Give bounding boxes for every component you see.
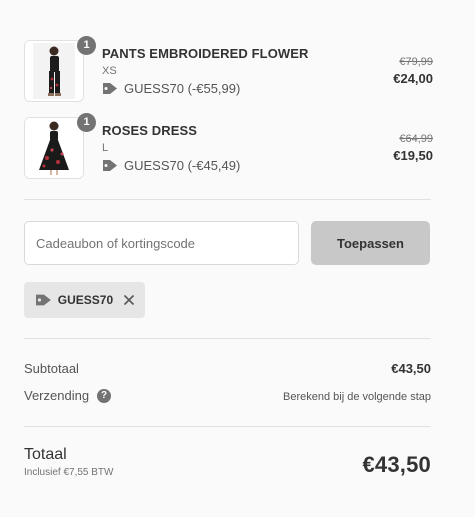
tag-icon [35, 294, 51, 306]
apply-discount-button[interactable]: Toepassen [311, 221, 430, 265]
remove-code-button[interactable] [122, 293, 136, 307]
original-price: €64,99 [399, 133, 433, 145]
subtotal-row: Subtotaal €43,50 [24, 361, 431, 376]
order-summary: 1 PANTS EMBROIDERED FLOWER XS GUESS70 (-… [0, 0, 475, 517]
product-thumbnail: 1 [24, 113, 96, 179]
help-icon[interactable]: ? [97, 388, 112, 403]
divider [24, 199, 431, 200]
discounted-price: €19,50 [393, 148, 433, 163]
product-name: ROSES DRESS [102, 123, 198, 138]
shipping-label: Verzending [24, 388, 90, 403]
applied-discount: GUESS70 (-€45,49) [102, 158, 240, 173]
total-label: Totaal [24, 446, 67, 463]
divider [24, 338, 431, 339]
quantity-badge: 1 [77, 113, 96, 132]
discounted-price: €24,00 [393, 71, 433, 86]
quantity-badge: 1 [77, 36, 96, 55]
applied-code-tag: GUESS70 [24, 282, 145, 318]
applied-code: GUESS70 [57, 293, 114, 307]
tag-icon [103, 83, 117, 94]
close-icon [124, 294, 135, 306]
subtotal-value: €43,50 [391, 361, 431, 376]
original-price: €79,99 [399, 56, 433, 68]
discount-text: GUESS70 (-€45,49) [124, 158, 241, 173]
product-thumbnail: 1 [24, 36, 96, 102]
total-price: €43,50 [362, 452, 431, 477]
discount-code-input[interactable] [24, 221, 299, 265]
tax-note: Inclusief €7,55 BTW [24, 467, 114, 478]
product-size: L [102, 142, 109, 154]
dress-product-image [25, 118, 83, 178]
product-size: XS [102, 65, 117, 77]
tag-icon [103, 160, 117, 171]
divider [24, 426, 431, 427]
applied-discount: GUESS70 (-€55,99) [102, 81, 240, 96]
subtotal-label: Subtotaal [24, 361, 79, 376]
line-item: 1 PANTS EMBROIDERED FLOWER XS GUESS70 (-… [24, 36, 433, 104]
product-name: PANTS EMBROIDERED FLOWER [102, 46, 309, 61]
shipping-value: Berekend bij de volgende stap [283, 391, 431, 403]
shipping-row: Verzending ? Berekend bij de volgende st… [24, 388, 431, 403]
discount-text: GUESS70 (-€55,99) [124, 81, 241, 96]
line-item: 1 ROSES DRESS L GUESS70 (-€45,49) €64,99… [24, 113, 433, 181]
pants-product-image [25, 41, 83, 101]
